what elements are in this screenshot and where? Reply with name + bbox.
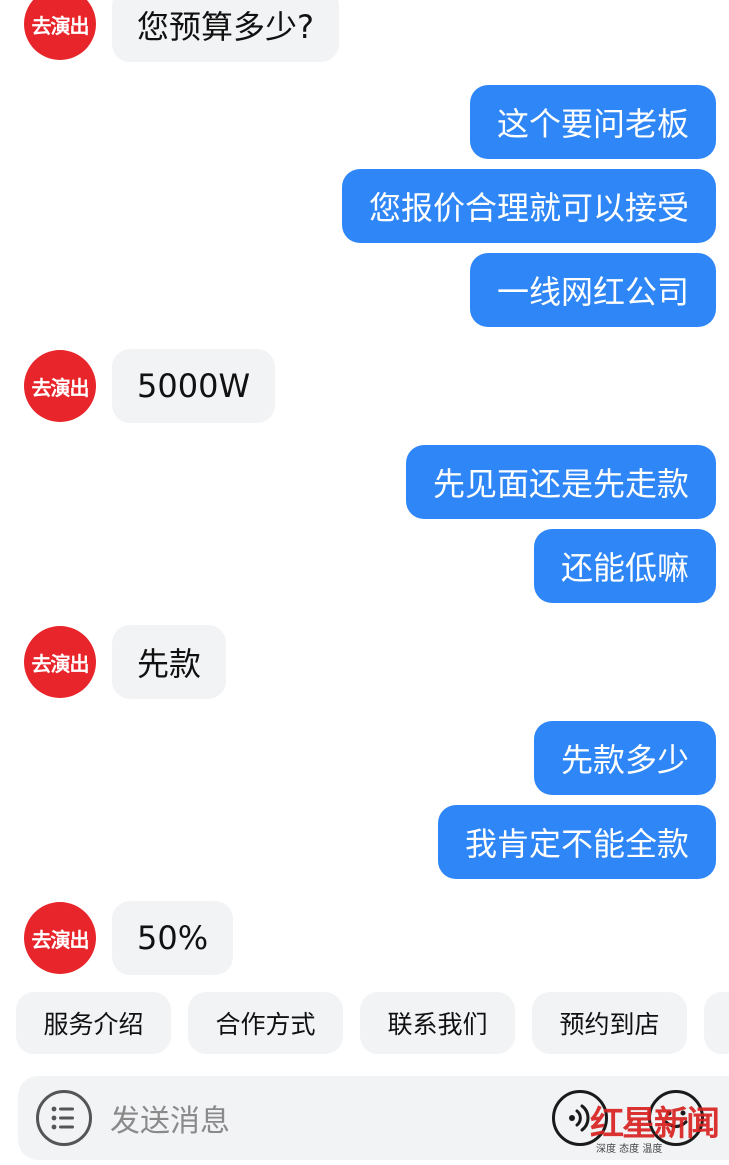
contact-avatar[interactable]: 去演出 (24, 0, 96, 60)
quick-reply-cooperation[interactable]: 合作方式 (188, 992, 343, 1054)
watermark-tagline: 深度 态度 温度 (596, 1144, 663, 1155)
contact-avatar[interactable]: 去演出 (24, 350, 96, 422)
watermark-logo: 红星新闻 (590, 1104, 720, 1144)
message-input[interactable]: 发送消息 (110, 1096, 230, 1140)
incoming-message[interactable]: 50% (112, 901, 234, 975)
incoming-message[interactable]: 5000W (112, 349, 276, 423)
outgoing-message[interactable]: 我肯定不能全款 (437, 805, 716, 879)
incoming-message[interactable]: 先款 (112, 625, 227, 699)
quick-reply-book-visit[interactable]: 预约到店 (532, 992, 687, 1054)
incoming-message[interactable]: 您预算多少? (112, 0, 339, 62)
outgoing-message[interactable]: 这个要问老板 (469, 85, 716, 159)
outgoing-message[interactable]: 一线网红公司 (469, 253, 716, 327)
quick-reply-contact-us[interactable]: 联系我们 (360, 992, 515, 1054)
outgoing-message[interactable]: 先见面还是先走款 (405, 445, 716, 519)
outgoing-message[interactable]: 您报价合理就可以接受 (341, 169, 716, 243)
contact-avatar[interactable]: 去演出 (24, 902, 96, 974)
outgoing-message[interactable]: 还能低嘛 (533, 529, 716, 603)
menu-list-icon[interactable] (36, 1090, 92, 1146)
outgoing-message[interactable]: 先款多少 (533, 721, 716, 795)
quick-reply-service-intro[interactable]: 服务介绍 (16, 992, 171, 1054)
contact-avatar[interactable]: 去演出 (24, 626, 96, 698)
quick-reply-more[interactable] (704, 992, 729, 1054)
